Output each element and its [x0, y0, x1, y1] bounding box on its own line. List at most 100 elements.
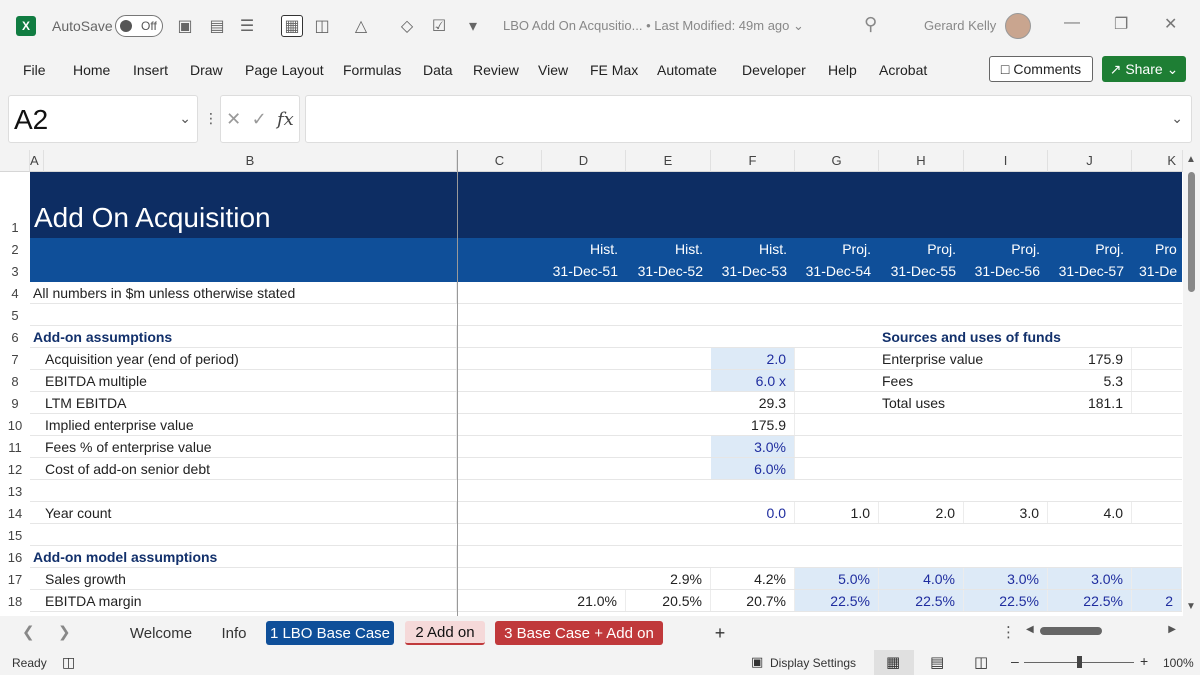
shapes-icon[interactable]: △ — [350, 15, 372, 37]
row-label[interactable]: Acquisition year (end of period) — [30, 348, 457, 369]
autosave-toggle[interactable]: Off — [115, 15, 163, 37]
value-cell[interactable]: 1.0 — [795, 502, 879, 523]
tab-base-plus-add-on[interactable]: 3 Base Case + Add on — [495, 621, 663, 645]
row-label[interactable]: Fees — [879, 370, 1048, 391]
tab-add-on[interactable]: 2 Add on — [405, 621, 485, 645]
value-cell[interactable]: 3.0 — [964, 502, 1048, 523]
period-date-cell[interactable]: 31-Dec-57 — [1048, 260, 1132, 282]
value-cell[interactable]: 181.1 — [1048, 392, 1132, 413]
input-cell[interactable]: 22.5% — [879, 590, 964, 611]
menu-formulas[interactable]: Formulas — [343, 62, 401, 78]
row-label[interactable]: Total uses — [879, 392, 1048, 413]
addon-assumptions-header[interactable]: Add-on assumptions — [30, 326, 457, 347]
period-type-cell[interactable]: Proj. — [964, 238, 1048, 260]
input-cell[interactable]: 3.0% — [711, 436, 795, 457]
value-cell[interactable]: 29.3 — [711, 392, 795, 413]
display-settings-button[interactable]: Display Settings — [770, 656, 856, 670]
row-header[interactable]: 12 — [0, 458, 30, 480]
more-sheets-icon[interactable]: ⋮ — [1001, 623, 1016, 641]
sheet-title[interactable]: Add On Acquisition — [30, 172, 457, 238]
input-cell[interactable]: 3.0% — [1048, 568, 1132, 589]
row-label[interactable]: EBITDA margin — [30, 590, 457, 611]
period-type-cell[interactable]: Pro — [1132, 238, 1182, 260]
menu-draw[interactable]: Draw — [190, 62, 223, 78]
column-header-a[interactable]: A — [30, 150, 44, 172]
period-date-cell[interactable]: 31-Dec-56 — [964, 260, 1048, 282]
input-cell[interactable]: 3.0% — [964, 568, 1048, 589]
row-label[interactable]: Fees % of enterprise value — [30, 436, 457, 457]
table-grid-icon[interactable]: ▦ — [281, 15, 303, 37]
page-layout-view-icon[interactable]: ▤ — [930, 653, 944, 671]
row-header[interactable]: 13 — [0, 480, 30, 502]
period-type-cell[interactable]: Hist. — [711, 238, 795, 260]
value-cell[interactable]: 4.0 — [1048, 502, 1132, 523]
column-header-d[interactable]: D — [542, 150, 626, 172]
horizontal-scrollbar[interactable]: ◀ ▶ — [1026, 624, 1176, 638]
input-cell[interactable]: 22.5% — [795, 590, 879, 611]
value-cell[interactable]: 21.0% — [542, 590, 626, 611]
menu-view[interactable]: View — [538, 62, 568, 78]
scroll-up-icon[interactable]: ▲ — [1186, 154, 1196, 165]
zoom-out-icon[interactable]: – — [1011, 653, 1019, 669]
row-header[interactable]: 3 — [0, 260, 30, 282]
form-icon[interactable]: ▤ — [206, 15, 228, 37]
check-form-icon[interactable]: ☑ — [428, 15, 450, 37]
comments-button[interactable]: □ Comments — [989, 56, 1093, 82]
page-break-view-icon[interactable]: ◫ — [974, 653, 988, 671]
row-header[interactable]: 1 — [0, 172, 30, 238]
row-header[interactable]: 14 — [0, 502, 30, 524]
column-header-f[interactable]: F — [711, 150, 795, 172]
row-header[interactable]: 7 — [0, 348, 30, 370]
expand-formula-icon[interactable]: ⌄ — [1171, 110, 1183, 127]
scroll-right-icon[interactable]: ▶ — [1168, 624, 1176, 635]
formula-input[interactable]: ⌄ — [305, 95, 1192, 143]
period-type-cell[interactable]: Hist. — [626, 238, 711, 260]
column-header-g[interactable]: G — [795, 150, 879, 172]
normal-view-icon[interactable]: ▦ — [886, 653, 900, 671]
menu-review[interactable]: Review — [473, 62, 519, 78]
search-icon[interactable]: ⚲ — [864, 14, 877, 35]
period-date-cell[interactable]: 31-Dec-51 — [542, 260, 626, 282]
share-button[interactable]: ↗ Share ⌄ — [1102, 56, 1186, 82]
scroll-left-icon[interactable]: ◀ — [1026, 624, 1034, 635]
model-assumptions-header[interactable]: Add-on model assumptions — [30, 546, 457, 567]
zoom-level[interactable]: 100% — [1163, 656, 1194, 670]
sources-uses-header[interactable]: Sources and uses of funds — [879, 326, 1129, 347]
menu-developer[interactable]: Developer — [742, 62, 806, 78]
menu-fe-max[interactable]: FE Max — [590, 62, 638, 78]
row-header[interactable]: 11 — [0, 436, 30, 458]
spreadsheet-grid[interactable]: A B C D E F G H I J K 1 2 3 4 5 6 7 8 9 … — [0, 150, 1200, 616]
scrollbar-thumb[interactable] — [1188, 172, 1195, 292]
enter-icon[interactable]: ✓ — [252, 109, 267, 130]
menu-home[interactable]: Home — [73, 62, 110, 78]
value-cell[interactable]: 4.2% — [711, 568, 795, 589]
input-cell[interactable]: 5.0% — [795, 568, 879, 589]
column-header-b[interactable]: B — [44, 150, 457, 172]
zoom-slider-knob[interactable] — [1077, 656, 1082, 668]
tab-info[interactable]: Info — [210, 621, 258, 645]
menu-file[interactable]: File — [23, 62, 46, 78]
chevron-right-icon[interactable]: ❯ — [58, 623, 71, 641]
value-cell[interactable]: 20.5% — [626, 590, 711, 611]
add-sheet-button[interactable]: + — [706, 621, 734, 645]
row-header[interactable]: 18 — [0, 590, 30, 612]
period-type-cell[interactable]: Proj. — [879, 238, 964, 260]
value-cell[interactable]: 175.9 — [1048, 348, 1132, 369]
scroll-down-icon[interactable]: ▼ — [1186, 601, 1196, 612]
row-label[interactable]: LTM EBITDA — [30, 392, 457, 413]
row-label[interactable]: EBITDA multiple — [30, 370, 457, 391]
menu-insert[interactable]: Insert — [133, 62, 168, 78]
select-all-corner[interactable] — [0, 150, 30, 172]
value-cell[interactable]: 2.0 — [879, 502, 964, 523]
period-type-cell[interactable]: Proj. — [1048, 238, 1132, 260]
row-header[interactable]: 15 — [0, 524, 30, 546]
column-header-e[interactable]: E — [626, 150, 711, 172]
tab-welcome[interactable]: Welcome — [118, 621, 204, 645]
row-header[interactable]: 17 — [0, 568, 30, 590]
input-cell[interactable]: 2 — [1132, 590, 1182, 611]
row-label[interactable]: Cost of add-on senior debt — [30, 458, 457, 479]
row-header[interactable]: 10 — [0, 414, 30, 436]
row-header[interactable]: 2 — [0, 238, 30, 260]
period-date-cell[interactable]: 31-Dec-52 — [626, 260, 711, 282]
close-icon[interactable]: ✕ — [1164, 14, 1177, 34]
